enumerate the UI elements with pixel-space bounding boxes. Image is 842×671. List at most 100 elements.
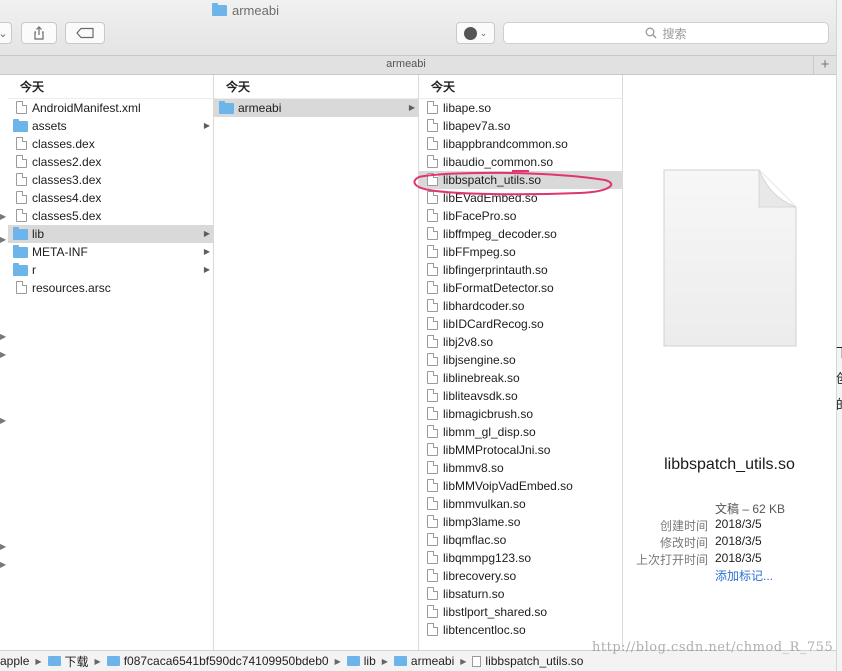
file-item[interactable]: libFacePro.so [419, 207, 622, 225]
folder-item[interactable]: META-INF ▶ [8, 243, 213, 261]
path-segment[interactable]: libbspatch_utils.so [472, 654, 583, 668]
file-item[interactable]: libqmmpg123.so [419, 549, 622, 567]
file-item[interactable]: resources.arsc [8, 279, 213, 297]
file-item[interactable]: libmmv8.so [419, 459, 622, 477]
search-field[interactable]: 搜索 [503, 22, 829, 44]
item-label: libffmpeg_decoder.so [443, 227, 557, 241]
path-segment[interactable]: f087caca6541bf590dc74109950bdeb0 [106, 654, 329, 668]
file-item[interactable]: libffmpeg_decoder.so [419, 225, 622, 243]
file-item[interactable]: libmm_gl_disp.so [419, 423, 622, 441]
chevron-right-icon: ▶ [0, 416, 7, 425]
file-item[interactable]: libhardcoder.so [419, 297, 622, 315]
file-item[interactable]: libsaturn.so [419, 585, 622, 603]
file-item[interactable]: libIDCardRecog.so [419, 315, 622, 333]
path-segment[interactable]: lib [346, 654, 376, 668]
document-icon [16, 191, 27, 204]
item-label: assets [32, 119, 67, 133]
column-root[interactable]: 今天 AndroidManifest.xml assets ▶ classes.dex… [8, 75, 214, 650]
tab-armeabi[interactable]: armeabi [0, 58, 812, 70]
file-item[interactable]: libape.so [419, 99, 622, 117]
document-icon [16, 137, 27, 150]
chevron-right-icon: ▶ [35, 656, 42, 666]
folder-icon [47, 656, 61, 666]
folder-item[interactable]: lib ▶ [8, 225, 213, 243]
file-item[interactable]: libmagicbrush.so [419, 405, 622, 423]
kind-size: 文稿 – 62 KB [715, 502, 786, 516]
file-item[interactable]: libaudio_common.so [419, 153, 622, 171]
document-icon [16, 281, 27, 294]
folder-item[interactable]: armeabi ▶ [214, 99, 418, 117]
folder-item[interactable]: assets ▶ [8, 117, 213, 135]
file-item[interactable]: libEVadEmbed.so [419, 189, 622, 207]
item-label: libmp3lame.so [443, 515, 521, 529]
chevron-right-icon: ▶ [203, 229, 210, 238]
file-item[interactable]: librecovery.so [419, 567, 622, 585]
file-item[interactable]: libjsengine.so [419, 351, 622, 369]
document-icon [427, 191, 438, 204]
column-lib[interactable]: 今天 armeabi ▶ [214, 75, 419, 650]
item-label: libsaturn.so [443, 587, 505, 601]
file-item[interactable]: libbspatch_utils.so [419, 171, 622, 189]
file-item[interactable]: libappbrandcommon.so [419, 135, 622, 153]
file-item[interactable]: libstlport_shared.so [419, 603, 622, 621]
folder-icon [13, 119, 28, 132]
folder-icon [13, 227, 28, 240]
file-item[interactable]: libapev7a.so [419, 117, 622, 135]
file-item[interactable]: classes2.dex [8, 153, 213, 171]
path-segment[interactable]: armeabi [393, 654, 454, 668]
file-item[interactable]: classes3.dex [8, 171, 213, 189]
document-icon [427, 497, 438, 510]
item-label: libbspatch_utils.so [443, 173, 542, 187]
item-label: classes2.dex [32, 155, 102, 169]
view-options-button[interactable]: ⌄ [0, 22, 12, 44]
file-item[interactable]: libtencentloc.so [419, 621, 622, 639]
item-label: libmmvulkan.so [443, 497, 526, 511]
document-icon [427, 551, 438, 564]
file-item[interactable]: liblinebreak.so [419, 369, 622, 387]
document-icon [427, 623, 438, 636]
document-icon [16, 155, 27, 168]
gear-icon [463, 26, 477, 40]
tab-bar: armeabi + [0, 55, 836, 75]
chevron-right-icon: ▶ [0, 350, 7, 359]
item-label: libtencentloc.so [443, 623, 526, 637]
document-icon [427, 605, 438, 618]
file-item[interactable]: classes.dex [8, 135, 213, 153]
item-label: lib [32, 227, 45, 241]
meta-label: 上次打开时间 [635, 553, 708, 567]
path-segment[interactable]: apple [0, 654, 29, 668]
file-item[interactable]: libliteavsdk.so [419, 387, 622, 405]
file-item[interactable]: libj2v8.so [419, 333, 622, 351]
file-item[interactable]: libmmvulkan.so [419, 495, 622, 513]
document-icon [427, 353, 438, 366]
file-item[interactable]: libMMVoipVadEmbed.so [419, 477, 622, 495]
folder-item[interactable]: r ▶ [8, 261, 213, 279]
document-icon [427, 461, 438, 474]
new-tab-button[interactable]: + [813, 56, 836, 74]
item-label: libjsengine.so [443, 353, 516, 367]
file-item[interactable]: classes4.dex [8, 189, 213, 207]
column-header: 今天 [214, 75, 418, 99]
tags-button[interactable] [65, 22, 105, 44]
file-item[interactable]: AndroidManifest.xml [8, 99, 213, 117]
file-item[interactable]: libmp3lame.so [419, 513, 622, 531]
file-item[interactable]: libfingerprintauth.so [419, 261, 622, 279]
share-button[interactable] [21, 22, 57, 44]
file-item[interactable]: classes5.dex [8, 207, 213, 225]
file-item[interactable]: libqmflac.so [419, 531, 622, 549]
path-segment-label: apple [0, 654, 30, 668]
file-item[interactable]: libFFmpeg.so [419, 243, 622, 261]
column-armeabi[interactable]: 今天 libape.so libapev7a.so libappbrandcommo… [419, 75, 623, 650]
add-tags-link[interactable]: 添加标记... [715, 567, 773, 584]
file-item[interactable]: libFormatDetector.so [419, 279, 622, 297]
folder-icon [106, 656, 120, 666]
background-text: 创 [836, 368, 842, 387]
action-button[interactable]: ⌄ [456, 22, 495, 44]
chevron-down-icon: ⌄ [0, 27, 8, 40]
chevron-right-icon: ▶ [460, 656, 467, 666]
path-segment-label: lib [363, 654, 376, 668]
path-segment[interactable]: 下载 [47, 653, 89, 670]
file-item[interactable]: libMMProtocalJni.so [419, 441, 622, 459]
chevron-right-icon: ▶ [334, 656, 341, 666]
item-label: META-INF [32, 245, 88, 259]
